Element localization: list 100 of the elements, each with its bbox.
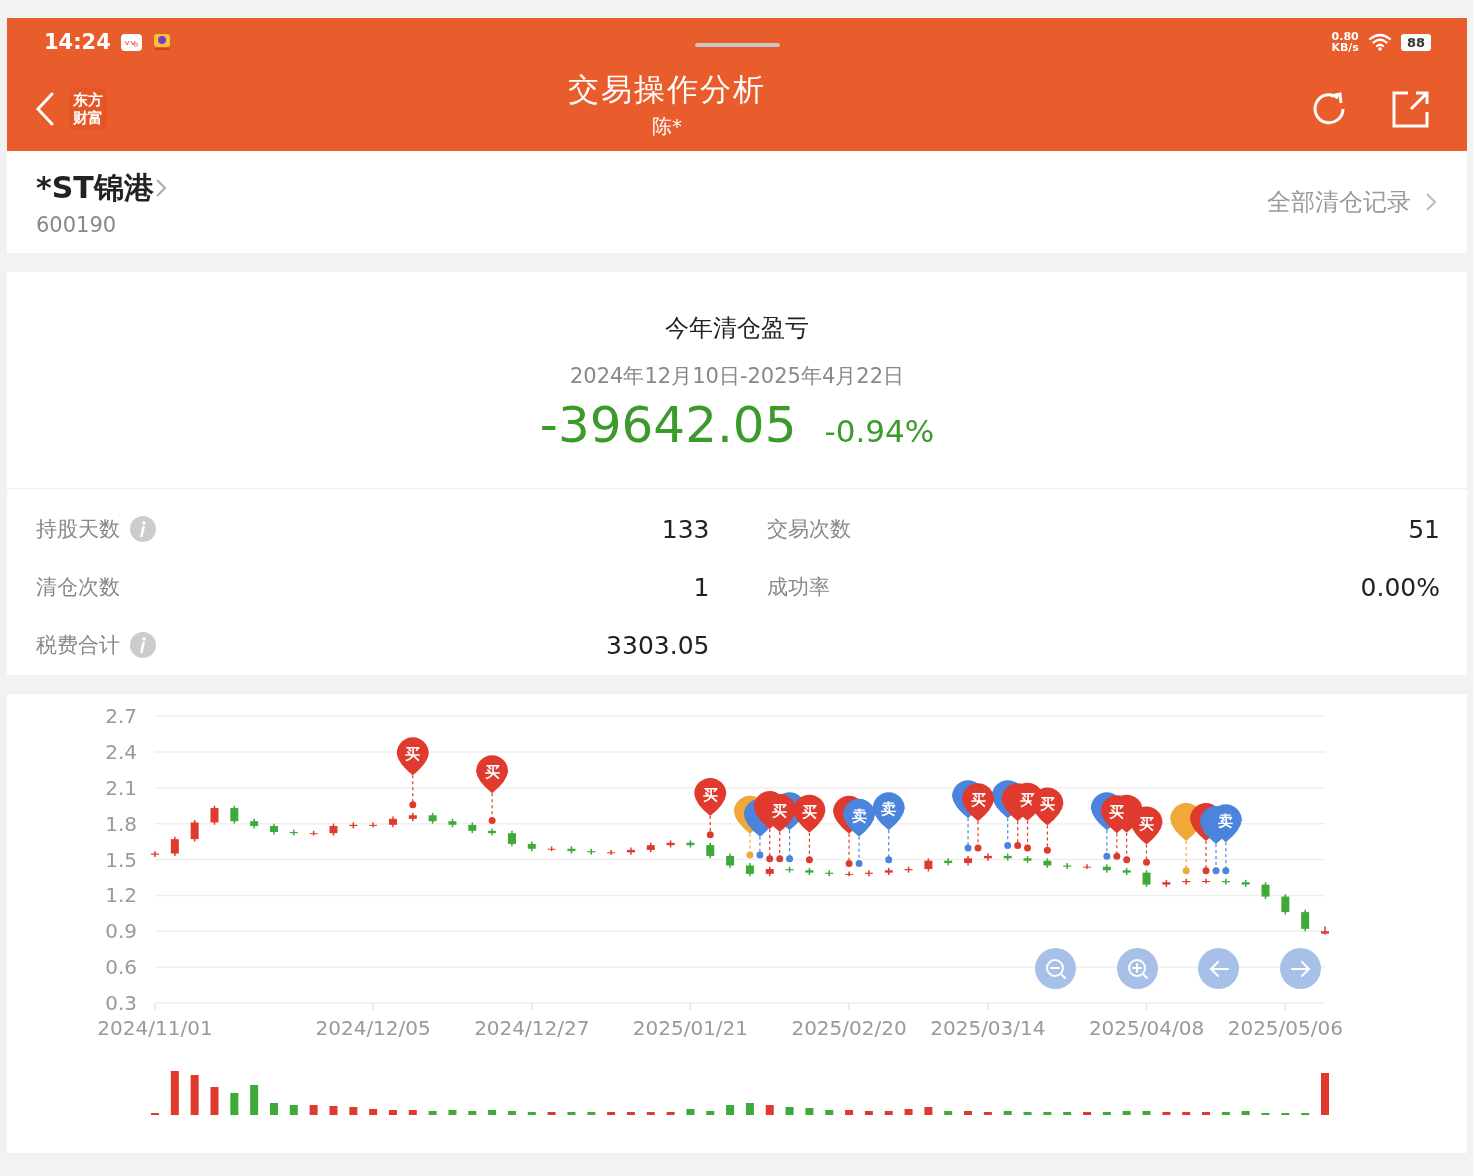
- candlestick: [170, 836, 179, 857]
- candlestick: [1261, 881, 1270, 900]
- candlestick: [1142, 869, 1151, 888]
- candlestick: [329, 822, 338, 837]
- stat-label: 成功率: [766, 574, 830, 601]
- candlestick: [547, 845, 556, 852]
- back-button[interactable]: [35, 91, 55, 126]
- candlestick: [270, 822, 278, 836]
- stat-value: 3303.05: [606, 630, 710, 660]
- axis-label: 2024/11/01: [97, 1016, 213, 1040]
- candlestick: [230, 804, 239, 825]
- candlestick: [151, 850, 159, 858]
- candlestick: [805, 867, 814, 876]
- candlestick: [527, 840, 536, 852]
- candlestick: [1321, 925, 1329, 936]
- scroll-left-button[interactable]: [1198, 948, 1239, 989]
- stat-label: 交易次数: [766, 516, 851, 543]
- profit-amount: -39642.05: [539, 396, 797, 454]
- candlestick: [706, 842, 715, 860]
- page-title: 交易操作分析: [568, 70, 766, 109]
- wifi-icon: [1366, 33, 1393, 51]
- chevron-icon: [1425, 191, 1437, 213]
- date-range: 2024年12月10日-2025年4月22日: [570, 363, 904, 390]
- stat-label: 持股天数: [36, 516, 120, 543]
- axis-label: 2025/04/08: [1088, 1016, 1205, 1040]
- candlestick: [210, 804, 219, 826]
- candlestick: [448, 818, 457, 828]
- axis-label: 2025/01/21: [632, 1016, 749, 1040]
- candlestick: [964, 855, 973, 867]
- candlestick: [349, 821, 358, 830]
- stat-label: 清仓次数: [36, 574, 120, 601]
- candlestick: [1202, 877, 1210, 885]
- axis-label: 2.7: [105, 704, 137, 728]
- candlestick: [1241, 879, 1250, 888]
- candlestick: [369, 821, 378, 828]
- axis-label: 2024/12/05: [315, 1016, 431, 1040]
- candlestick: [309, 830, 318, 837]
- candlestick: [190, 819, 199, 843]
- candlestick: [1221, 877, 1230, 886]
- network-speed: 0.80: [1331, 31, 1359, 42]
- drag-handle[interactable]: [695, 43, 780, 47]
- axis-label: 0.6: [105, 955, 137, 980]
- candlestick: [488, 827, 497, 837]
- scroll-right-button[interactable]: [1280, 948, 1321, 989]
- axis-label: 1.2: [105, 883, 137, 908]
- candlestick: [567, 845, 576, 855]
- candlestick: [1122, 867, 1131, 876]
- zoom-out-icon: [1044, 957, 1067, 980]
- info-icon[interactable]: [130, 632, 156, 658]
- app-icon: [120, 33, 142, 51]
- candlestick: [666, 839, 675, 849]
- candlestick: [626, 846, 635, 856]
- candlestick: [745, 862, 754, 877]
- zoom-in-button[interactable]: [1117, 948, 1158, 989]
- info-icon[interactable]: [130, 516, 156, 542]
- candlestick: [607, 849, 616, 856]
- axis-label: 2025/05/06: [1227, 1016, 1343, 1040]
- candlestick: [1063, 862, 1072, 870]
- stat-value: 51: [1408, 514, 1440, 544]
- candlestick: [289, 828, 298, 837]
- candlestick: [686, 839, 695, 849]
- axis-label: 2024/12/27: [474, 1016, 590, 1040]
- candlestick: [765, 865, 774, 877]
- candlestick: [825, 869, 834, 877]
- axis-label: 2025/02/20: [791, 1016, 907, 1040]
- candlestick: [250, 818, 259, 830]
- axis-label: 2025/03/14: [930, 1016, 1046, 1040]
- axis-label: 0.3: [105, 991, 137, 1015]
- stat-value: 0.00%: [1360, 572, 1440, 602]
- candlestick: [428, 812, 437, 825]
- candlestick: [1083, 863, 1092, 870]
- candlestick: [1301, 909, 1310, 932]
- back-icon: [35, 91, 55, 126]
- candlestick: [507, 830, 516, 848]
- zoom-in-icon: [1126, 957, 1149, 980]
- speed-unit: KB/s: [1331, 42, 1359, 53]
- summary-title: 今年清仓盈亏: [665, 313, 809, 344]
- stock-name[interactable]: *ST锦港: [36, 167, 154, 209]
- candlestick: [388, 815, 397, 828]
- axis-label: 2.1: [105, 775, 137, 800]
- account-name: 陈*: [652, 113, 682, 140]
- candlestick: [884, 867, 893, 876]
- candlestick: [944, 857, 953, 867]
- axis-label: 0.9: [105, 919, 137, 944]
- candlestick: [468, 821, 477, 834]
- profit-percent: -0.94%: [824, 413, 935, 449]
- stock-code: 600190: [36, 212, 118, 237]
- candlestick: [983, 852, 992, 862]
- stat-value: 133: [661, 514, 710, 544]
- candlestick: [1102, 863, 1111, 874]
- candlestick: [646, 842, 655, 854]
- candlestick: [1162, 879, 1171, 888]
- stat-label: 税费合计: [36, 632, 120, 659]
- candlestick: [924, 857, 933, 873]
- chevron-icon: [153, 177, 168, 199]
- battery-indicator: 88: [1400, 33, 1431, 51]
- candlestick: [1043, 857, 1052, 869]
- status-time: 14:24: [44, 30, 111, 54]
- candlestick: [726, 852, 735, 869]
- zoom-out-button[interactable]: [1035, 948, 1076, 989]
